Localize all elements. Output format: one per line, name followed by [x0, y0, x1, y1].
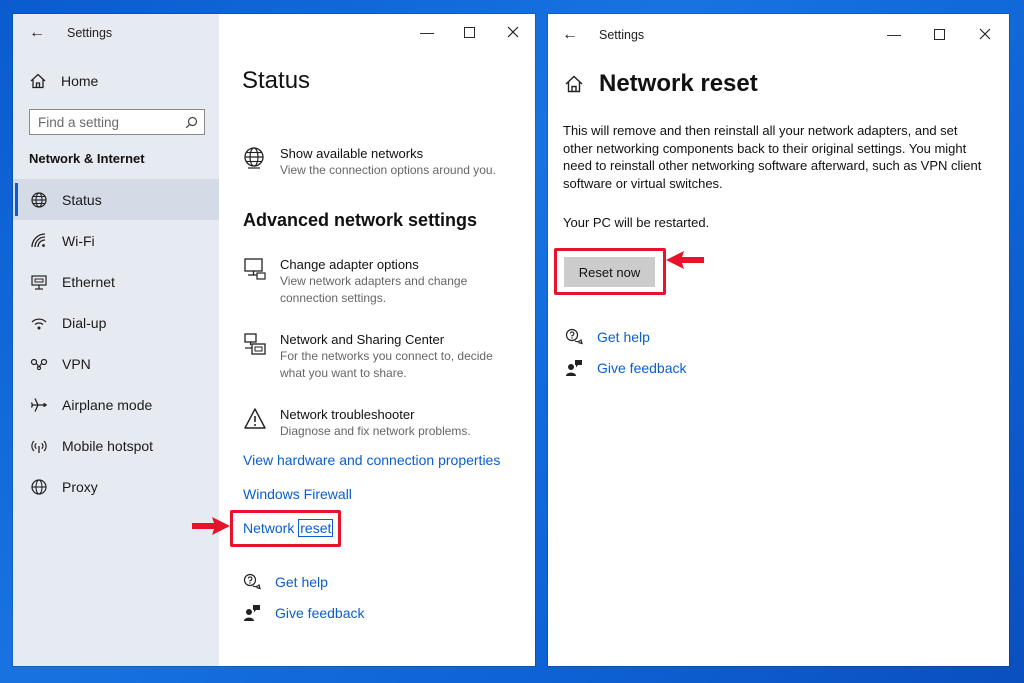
- search-icon[interactable]: [185, 116, 198, 129]
- description-line: need to reinstall other networking softw…: [563, 158, 982, 174]
- get-help-row[interactable]: Get help: [565, 328, 650, 346]
- restart-note: Your PC will be restarted.: [563, 215, 710, 230]
- sidebar-item-ethernet[interactable]: Ethernet: [13, 261, 219, 302]
- sidebar-item-status[interactable]: Status: [13, 179, 219, 220]
- window-title: Settings: [67, 26, 113, 40]
- change-adapter-options-entry[interactable]: Change adapter options View network adap…: [243, 256, 467, 307]
- reset-now-highlight-box: [554, 248, 666, 295]
- advanced-network-settings-heading: Advanced network settings: [243, 210, 478, 230]
- back-arrow-icon[interactable]: ←: [29, 25, 45, 41]
- status-main-panel: — Status Show available networks View th…: [219, 14, 535, 666]
- search-input[interactable]: [38, 114, 178, 130]
- adapter-monitor-icon: [244, 258, 266, 280]
- maximize-icon: [463, 26, 475, 38]
- search-settings-box[interactable]: [29, 109, 205, 135]
- close-button[interactable]: [503, 24, 523, 40]
- maximize-icon: [933, 28, 945, 40]
- settings-sidebar: ← Settings Home Network & Internet: [13, 14, 219, 666]
- get-help-row[interactable]: Get help: [243, 573, 328, 591]
- sidebar-item-proxy[interactable]: Proxy: [13, 466, 219, 507]
- get-help-chat-icon: [565, 328, 583, 345]
- warning-triangle-icon: [244, 408, 266, 429]
- sidebar-nav: Status Wi-Fi Ethernet Dial-up VPN Airpla…: [13, 179, 219, 507]
- back-arrow-icon[interactable]: ←: [562, 27, 578, 43]
- sidebar-item-label: Mobile hotspot: [62, 437, 154, 454]
- wifi-icon: [31, 232, 46, 247]
- airplane-icon: [30, 397, 47, 412]
- section-heading-network: Network & Internet: [29, 151, 145, 166]
- pointer-arrow-icon: [192, 517, 230, 535]
- entry-title: Network troubleshooter: [280, 407, 415, 422]
- home-icon[interactable]: [564, 74, 584, 94]
- close-icon: [979, 28, 991, 40]
- window-title: Settings: [599, 28, 645, 42]
- vpn-icon: [30, 358, 48, 370]
- maximize-button[interactable]: [929, 26, 949, 42]
- show-available-networks-entry[interactable]: Show available networks View the connect…: [243, 145, 496, 179]
- description-line: software or virtual switches.: [563, 176, 723, 192]
- ethernet-icon: [31, 274, 47, 290]
- entry-desc: For the networks you connect to, decide: [280, 349, 493, 363]
- network-troubleshooter-entry[interactable]: Network troubleshooter Diagnose and fix …: [243, 406, 471, 440]
- minimize-button[interactable]: —: [884, 26, 904, 42]
- sidebar-item-label: Airplane mode: [62, 396, 153, 413]
- give-feedback-link[interactable]: Give feedback: [275, 605, 365, 621]
- entry-desc: Diagnose and fix network problems.: [280, 424, 471, 438]
- sidebar-item-airplane[interactable]: Airplane mode: [13, 384, 219, 425]
- minimize-button[interactable]: —: [417, 24, 437, 40]
- sharing-center-icon: [244, 333, 266, 355]
- settings-window-status: ← Settings Home Network & Internet: [13, 14, 535, 666]
- give-feedback-link[interactable]: Give feedback: [597, 360, 687, 376]
- entry-desc: View network adapters and change: [280, 274, 468, 288]
- entry-desc: what you want to share.: [280, 366, 407, 380]
- network-sharing-center-entry[interactable]: Network and Sharing Center For the netwo…: [243, 331, 493, 382]
- close-icon: [507, 26, 519, 38]
- entry-title: Show available networks: [280, 146, 424, 161]
- give-feedback-row[interactable]: Give feedback: [565, 359, 687, 377]
- dialup-icon: [31, 317, 47, 329]
- network-globe-icon: [244, 147, 264, 169]
- sidebar-item-label: Wi-Fi: [62, 232, 95, 249]
- view-hardware-properties-link[interactable]: View hardware and connection properties: [243, 452, 500, 468]
- give-feedback-row[interactable]: Give feedback: [243, 604, 365, 622]
- proxy-globe-icon: [31, 478, 47, 495]
- description-line: other networking components back to thei…: [563, 140, 967, 156]
- entry-title: Network and Sharing Center: [280, 332, 445, 347]
- sidebar-item-label: Proxy: [62, 478, 98, 495]
- home-nav-item[interactable]: Home: [29, 72, 98, 90]
- sidebar-item-label: Status: [62, 191, 102, 208]
- maximize-button[interactable]: [459, 24, 479, 40]
- sidebar-item-label: Dial-up: [62, 314, 107, 331]
- page-title: Status: [242, 67, 311, 94]
- network-reset-highlight-box: [230, 510, 341, 547]
- hotspot-icon: [31, 440, 47, 453]
- close-button[interactable]: [975, 26, 995, 42]
- sidebar-item-mobile-hotspot[interactable]: Mobile hotspot: [13, 425, 219, 466]
- sidebar-item-label: VPN: [62, 355, 91, 372]
- settings-window-network-reset: ← Settings — Network reset This will rem…: [548, 14, 1009, 666]
- get-help-chat-icon: [243, 573, 261, 590]
- sidebar-item-dialup[interactable]: Dial-up: [13, 302, 219, 343]
- windows-firewall-link[interactable]: Windows Firewall: [243, 486, 352, 502]
- sidebar-item-wifi[interactable]: Wi-Fi: [13, 220, 219, 261]
- pointer-arrow-icon: [666, 251, 704, 269]
- page-title: Network reset: [599, 70, 758, 97]
- get-help-link[interactable]: Get help: [275, 574, 328, 590]
- get-help-link[interactable]: Get help: [597, 329, 650, 345]
- give-feedback-person-icon: [566, 360, 582, 376]
- description-line: This will remove and then reinstall all …: [563, 123, 958, 138]
- sidebar-item-label: Ethernet: [62, 273, 115, 290]
- home-label: Home: [61, 73, 99, 89]
- entry-title: Change adapter options: [280, 257, 419, 272]
- network-reset-description: This will remove and then reinstall all …: [563, 122, 993, 193]
- home-icon: [30, 73, 46, 89]
- give-feedback-person-icon: [244, 605, 260, 621]
- sidebar-item-vpn[interactable]: VPN: [13, 343, 219, 384]
- entry-desc: View the connection options around you.: [280, 163, 496, 177]
- entry-desc: connection settings.: [280, 291, 387, 305]
- status-globe-icon: [31, 191, 47, 208]
